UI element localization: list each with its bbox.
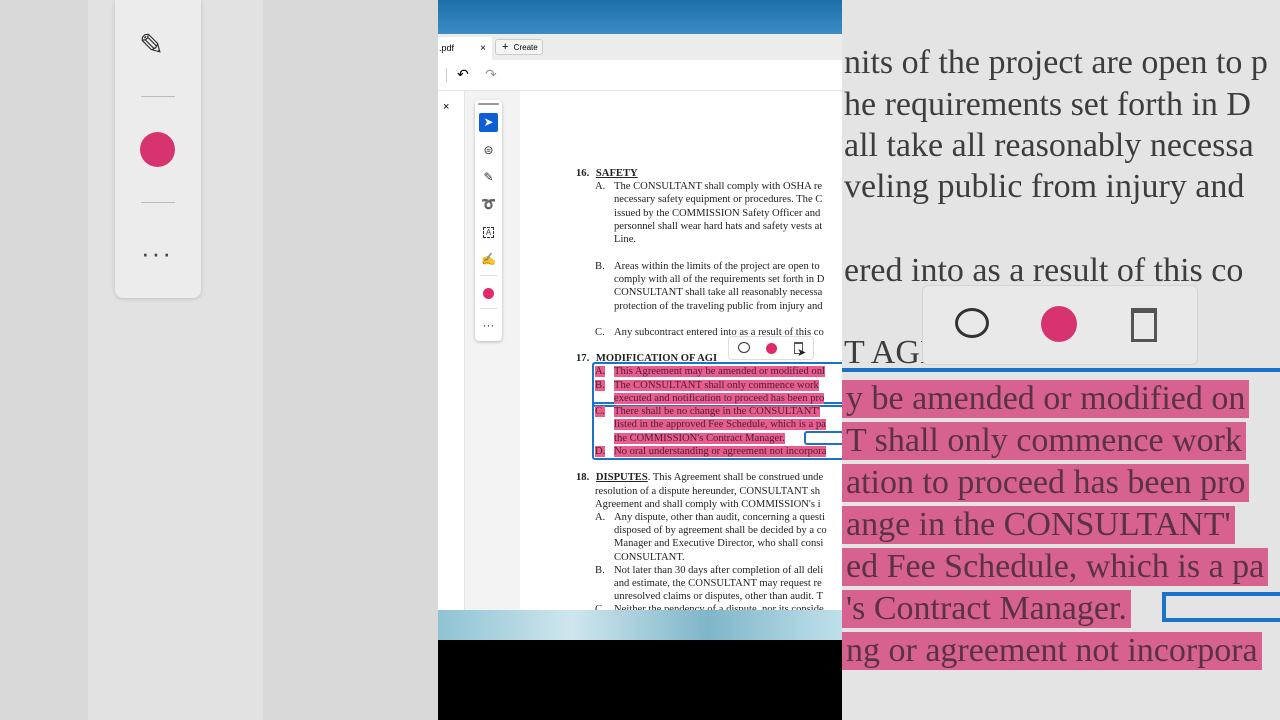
left-panel: × <box>438 91 465 610</box>
zoom-line: T AGI <box>844 334 932 371</box>
list-marker: D. <box>595 446 606 457</box>
fill-sign-icon: ✎ <box>139 29 165 62</box>
body-text: CONSULTANT. <box>614 552 685 563</box>
pdf-page: 16. SAFETY A. The CONSULTANT shall comply … <box>520 91 842 615</box>
zoom-line: he requirements set forth in D <box>844 86 1251 123</box>
draw-tool-icon[interactable]: ✎ <box>479 168 498 187</box>
list-marker: B. <box>595 261 605 272</box>
create-button[interactable]: + Create <box>495 39 543 55</box>
list-marker: A. <box>595 181 606 192</box>
body-text: disposed of by agreement shall be decide… <box>614 525 827 536</box>
zoom-highlight: ng or agreement not incorpora <box>842 632 1262 670</box>
body-text: personnel shall wear hard hats and safet… <box>614 221 823 232</box>
undo-button[interactable]: ↶ <box>457 66 469 83</box>
highlighted-text[interactable]: listed in the approved Fee Schedule, whi… <box>614 418 826 431</box>
list-marker: B. <box>595 380 605 391</box>
zoom-highlight: ed Fee Schedule, which is a pa <box>842 548 1269 586</box>
tab-label: .pdf <box>439 43 455 53</box>
body-text: Areas within the limits of the project a… <box>614 261 820 272</box>
trash-icon <box>1131 308 1157 342</box>
highlighted-text[interactable]: executed and notification to proceed has… <box>614 392 825 405</box>
zoom-highlight: y be amended or modified on <box>842 380 1250 418</box>
body-text: Manager and Executive Director, who shal… <box>614 538 824 549</box>
body-text: comply with all of the requirements set … <box>614 274 825 285</box>
zoom-line: veling public from injury and <box>844 168 1245 205</box>
body-text: protection of the traveling public from … <box>614 301 823 312</box>
close-panel-icon[interactable]: × <box>443 101 449 113</box>
color-swatch-icon <box>140 132 175 167</box>
zoom-highlight: T shall only commence work <box>842 422 1246 460</box>
color-picker-icon[interactable] <box>483 288 494 299</box>
select-tool-icon[interactable]: ➤ <box>479 113 498 132</box>
close-tab-icon[interactable]: × <box>480 37 486 60</box>
comment-tool-icon[interactable]: ⊜ <box>479 141 498 160</box>
highlighted-text[interactable]: the COMMISSION's Contract Manager. <box>614 432 785 445</box>
selection-outline <box>804 431 842 445</box>
more-icon: ··· <box>141 238 173 268</box>
desktop-background <box>438 0 842 34</box>
create-label: Create <box>513 43 538 52</box>
redo-button[interactable]: ↷ <box>485 66 497 83</box>
section-heading: 18. DISPUTES. This Agreement shall be co… <box>576 472 824 483</box>
body-text: necessary safety equipment or procedures… <box>614 194 823 205</box>
mouse-cursor-icon: ➤ <box>797 347 807 359</box>
zoom-highlight: ange in the CONSULTANT' <box>842 506 1235 544</box>
comment-icon <box>955 308 989 338</box>
tab-document[interactable]: .pdf × <box>438 37 492 60</box>
body-text: unresolved claims or disputes, other tha… <box>614 591 823 602</box>
blurred-background-left: ✎ ··· <box>0 0 438 720</box>
workspace: × ➤ ⊜ ✎ ➰ A ✍ ··· 16. SAFETY A. The CONSUL… <box>438 91 842 615</box>
tab-bar: .pdf × + Create <box>438 34 842 60</box>
app-window: .pdf × + Create ↶ ↷ × ➤ ⊜ ✎ ➰ A ✍ ··· 16… <box>438 0 842 720</box>
annotation-popup: ➤ <box>728 336 814 360</box>
body-text: CONSULTANT shall take all reasonably nec… <box>614 287 823 298</box>
blurred-background-right: nits of the project are open to p he req… <box>842 0 1280 720</box>
plus-icon: + <box>502 41 509 53</box>
lasso-tool-icon[interactable]: ➰ <box>479 195 498 214</box>
tool-rail: ➤ ⊜ ✎ ➰ A ✍ ··· <box>475 100 502 341</box>
desktop-background-bottom <box>438 610 842 640</box>
highlighted-text[interactable]: The CONSULTANT shall only commence work <box>614 379 819 392</box>
body-text: The CONSULTANT shall comply with OSHA re <box>614 181 823 192</box>
list-marker: A. <box>595 366 606 377</box>
text-select-tool-icon[interactable]: A <box>479 223 498 242</box>
section-heading: 16. SAFETY <box>576 168 638 179</box>
body-text: Any dispute, other than audit, concernin… <box>614 512 825 523</box>
fill-sign-tool-icon[interactable]: ✍ <box>479 250 498 269</box>
highlighted-text[interactable]: This Agreement may be amended or modifie… <box>614 365 825 378</box>
body-text: and estimate, the CONSULTANT may request… <box>614 578 822 589</box>
zoom-highlight: 's Contract Manager. <box>842 590 1131 628</box>
more-tools-icon[interactable]: ··· <box>479 316 498 335</box>
list-marker: C. <box>595 327 605 338</box>
highlighted-text[interactable]: No oral understanding or agreement not i… <box>614 445 827 458</box>
body-text: Line. <box>614 234 637 245</box>
zoom-highlight: ation to proceed has been pro <box>842 464 1250 502</box>
list-marker: A. <box>595 512 606 523</box>
color-icon[interactable] <box>766 343 777 354</box>
list-marker: C. <box>595 406 605 417</box>
body-text: resolution of a dispute hereunder, CONSU… <box>595 486 820 497</box>
zoomed-tool-rail: ✎ ··· <box>115 0 201 298</box>
toolbar: ↶ ↷ <box>438 60 842 91</box>
body-text: issued by the COMMISSION Safety Officer … <box>614 208 821 219</box>
zoom-line: all take all reasonably necessa <box>844 127 1254 164</box>
comment-icon[interactable] <box>738 342 750 353</box>
color-icon <box>1041 306 1077 342</box>
body-text: Agreement and shall comply with COMMISSI… <box>595 499 821 510</box>
body-text: Not later than 30 days after completion … <box>614 565 824 576</box>
zoomed-popup <box>922 285 1198 365</box>
list-marker: B. <box>595 565 605 576</box>
highlighted-text[interactable]: There shall be no change in the CONSULTA… <box>614 405 820 418</box>
zoom-line: nits of the project are open to p <box>844 44 1268 81</box>
